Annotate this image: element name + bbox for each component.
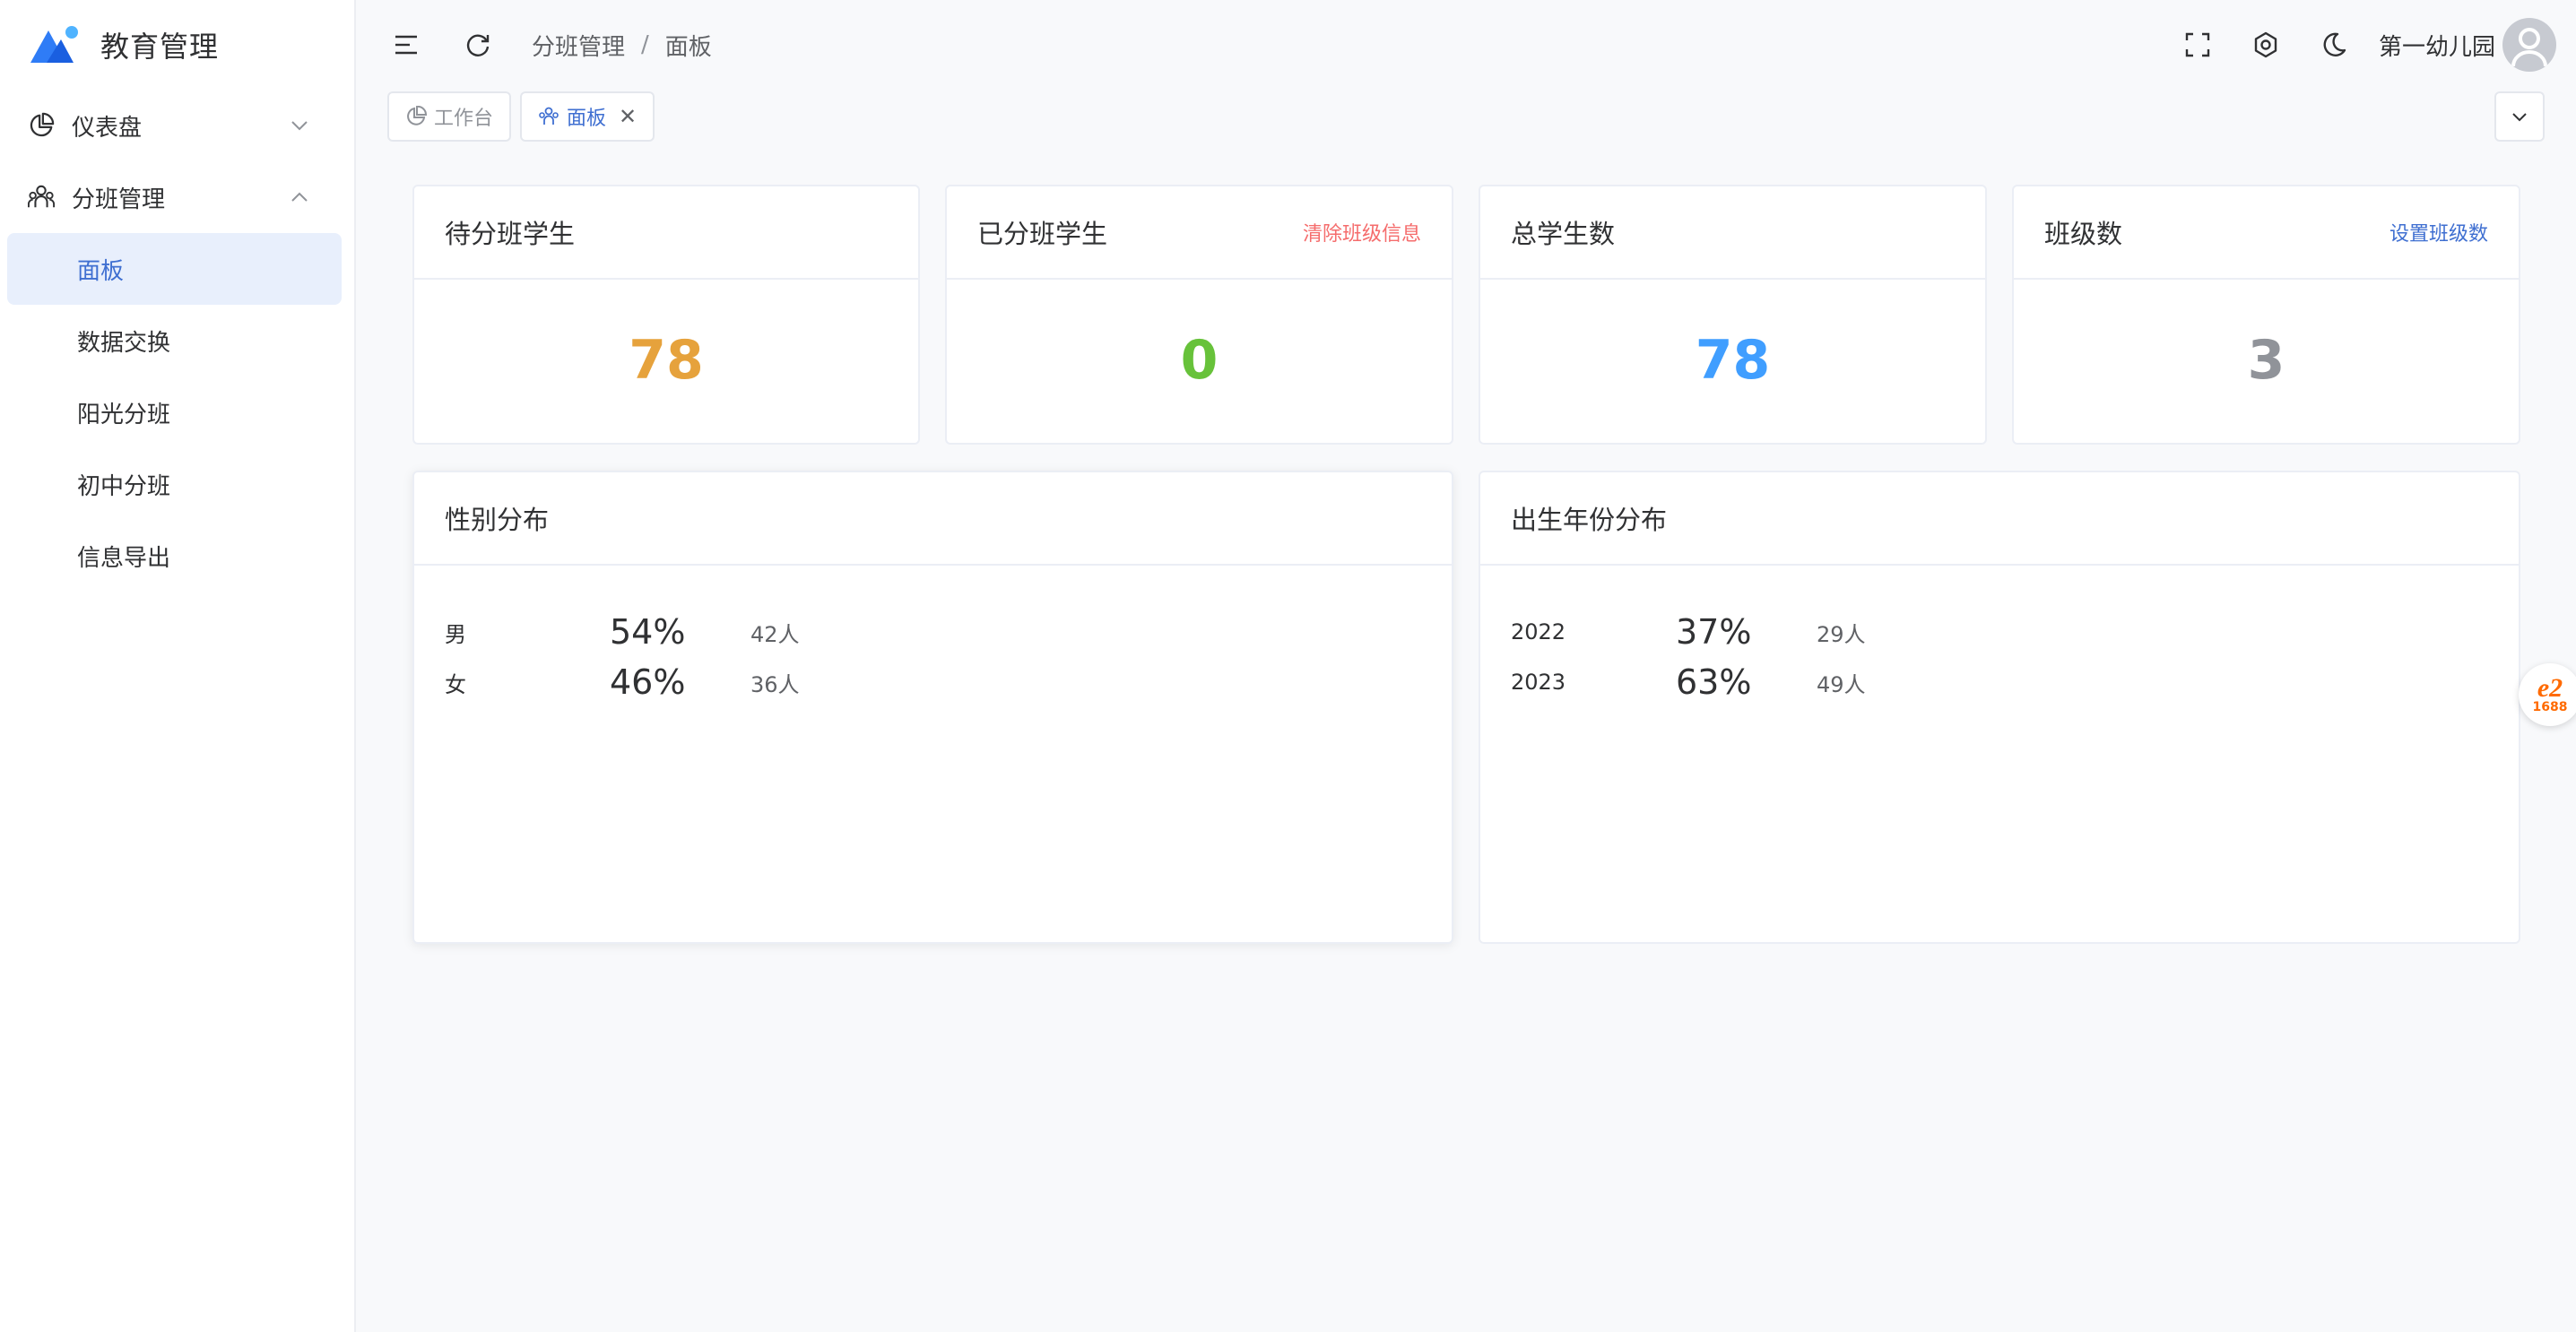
refresh-icon[interactable] [460, 27, 496, 63]
close-icon[interactable]: ✕ [619, 104, 637, 129]
top-header: 分班管理 / 面板 第一幼儿园 [356, 0, 2576, 90]
set-class-count-link[interactable]: 设置班级数 [2390, 218, 2488, 247]
sidebar-item-sunshine-class[interactable]: 阳光分班 [7, 376, 342, 448]
stat-title: 已分班学生 [977, 219, 1108, 249]
chevron-up-icon [291, 192, 308, 202]
dist-label: 2023 [1511, 670, 1566, 695]
menu-dashboard[interactable]: 仪表盘 [0, 90, 354, 161]
logo-icon [30, 26, 78, 63]
header-actions: 第一幼儿园 [2147, 0, 2556, 90]
sidebar: 教育管理 仪表盘 分班管理 面板 数据交换 阳光分班 初中分班 信息导出 [0, 0, 356, 1332]
sidebar-item-data-exchange[interactable]: 数据交换 [7, 305, 342, 376]
stat-card-pending: 待分班学生 78 [412, 185, 920, 445]
user-avatar[interactable] [2502, 18, 2556, 72]
people-icon [539, 107, 559, 125]
menu-class-management[interactable]: 分班管理 [0, 161, 354, 233]
tab-panel[interactable]: 面板 ✕ [520, 91, 655, 142]
chevron-down-icon [2512, 113, 2527, 122]
page-tabs: 工作台 面板 ✕ [387, 91, 664, 142]
dist-label: 女 [445, 671, 466, 697]
dist-count: 29人 [1817, 621, 1866, 647]
stat-value: 0 [1180, 329, 1219, 392]
stat-card-classes: 班级数 设置班级数 3 [2012, 185, 2520, 445]
breadcrumb-item-class-management[interactable]: 分班管理 [532, 29, 625, 62]
dist-percent: 63% [1676, 662, 1752, 702]
org-name[interactable]: 第一幼儿园 [2379, 29, 2495, 62]
list-item: 女 46% 36人 [445, 657, 1421, 707]
stat-title: 总学生数 [1511, 219, 1616, 249]
user-icon [2511, 28, 2547, 67]
dist-percent: 54% [610, 612, 686, 652]
list-item: 2022 37% 29人 [1511, 607, 2488, 657]
brand[interactable]: 教育管理 [0, 0, 354, 90]
dist-percent: 46% [610, 662, 686, 702]
tabs-dropdown-button[interactable] [2494, 91, 2545, 142]
list-item: 2023 63% 49人 [1511, 657, 2488, 707]
menu-dashboard-label: 仪表盘 [72, 114, 143, 142]
clear-class-info-link[interactable]: 清除班级信息 [1303, 218, 1421, 247]
sidebar-item-panel[interactable]: 面板 [7, 233, 342, 305]
badge-code: 1688 [2532, 700, 2568, 714]
tab-panel-label: 面板 [567, 108, 607, 130]
stat-value: 78 [1695, 329, 1771, 392]
breadcrumb-item-panel: 面板 [664, 33, 712, 61]
card-title: 出生年份分布 [1511, 505, 1668, 535]
pie-chart-icon [407, 106, 427, 125]
dist-percent: 37% [1676, 612, 1752, 652]
stat-card-assigned: 已分班学生 清除班级信息 0 [945, 185, 1453, 445]
dist-count: 36人 [750, 671, 800, 697]
dist-label: 2022 [1511, 619, 1566, 644]
app-title: 教育管理 [100, 30, 220, 64]
fullscreen-icon[interactable] [2180, 27, 2216, 63]
dist-count: 42人 [750, 621, 800, 647]
stat-title: 待分班学生 [445, 219, 576, 249]
list-item: 男 54% 42人 [445, 607, 1421, 657]
stat-card-total: 总学生数 78 [1479, 185, 1987, 445]
menu-fold-icon[interactable] [388, 27, 424, 63]
breadcrumb-separator: / [641, 31, 649, 58]
sidebar-item-junior-class[interactable]: 初中分班 [7, 448, 342, 520]
gender-distribution-card: 性别分布 男 54% 42人 女 46% 36人 [412, 471, 1453, 944]
stat-value: 78 [629, 329, 704, 392]
breadcrumb: 分班管理 / 面板 [532, 29, 712, 62]
dist-label: 男 [445, 621, 466, 647]
birth-year-distribution-card: 出生年份分布 2022 37% 29人 2023 63% 49人 [1479, 471, 2520, 944]
tab-workbench-label: 工作台 [434, 108, 494, 130]
chevron-down-icon [291, 121, 308, 131]
tab-workbench[interactable]: 工作台 [387, 91, 512, 142]
card-title: 性别分布 [445, 505, 550, 535]
sidebar-item-info-export[interactable]: 信息导出 [7, 520, 342, 592]
dark-mode-icon[interactable] [2316, 27, 2352, 63]
people-icon [27, 183, 56, 212]
pie-chart-icon [27, 111, 56, 140]
stat-value: 3 [2247, 329, 2285, 392]
stat-title: 班级数 [2044, 219, 2123, 249]
badge-brand: e2 [2537, 673, 2563, 703]
settings-icon[interactable] [2248, 27, 2284, 63]
floating-plugin-badge[interactable]: e2 1688 [2519, 663, 2576, 726]
dist-count: 49人 [1817, 671, 1866, 697]
menu-class-management-label: 分班管理 [72, 186, 166, 213]
